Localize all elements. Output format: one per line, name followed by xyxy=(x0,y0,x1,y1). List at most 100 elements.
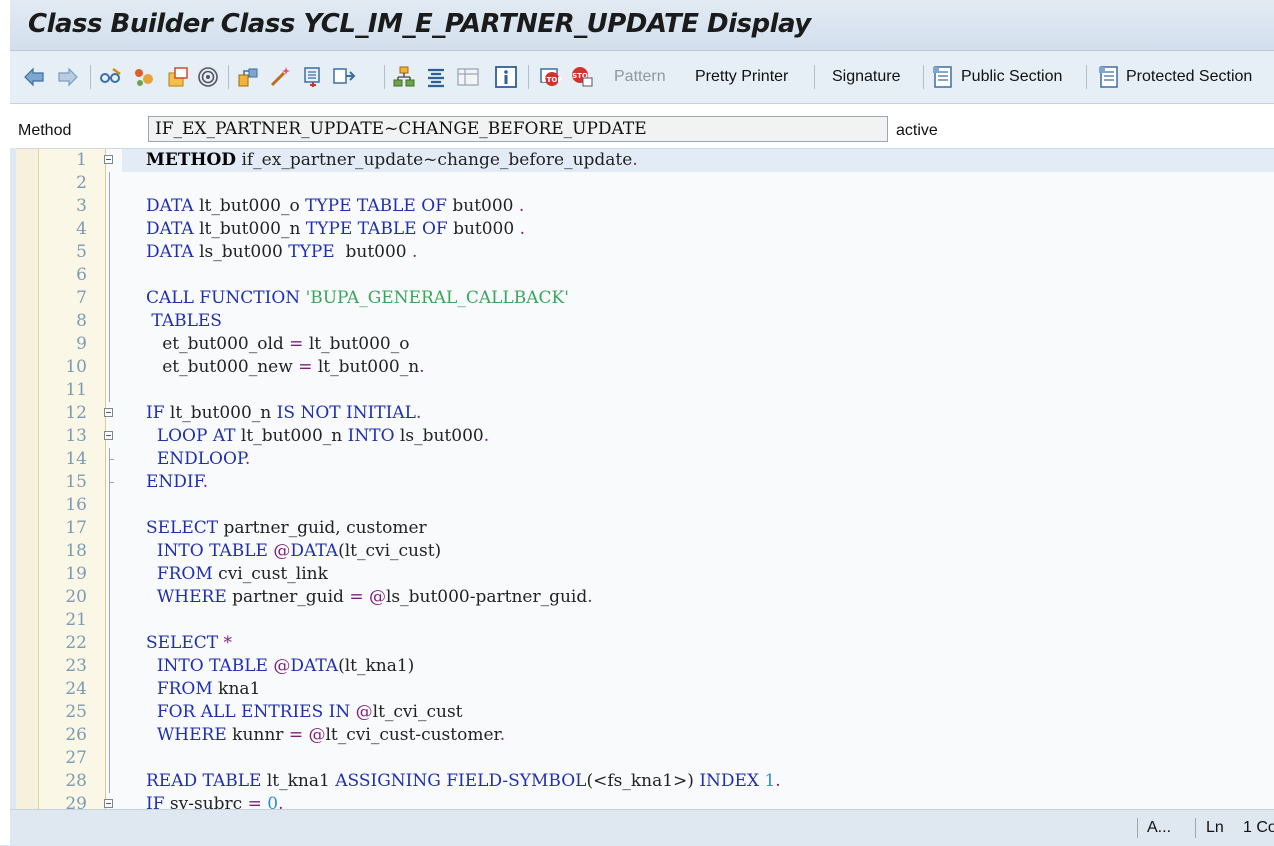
method-label: Method xyxy=(18,122,72,139)
public-section-icon[interactable] xyxy=(932,65,956,89)
collapse-block-icon[interactable] xyxy=(104,799,113,808)
code-line[interactable]: 17 SELECT partner_guid, customer xyxy=(16,517,1274,540)
fold-guide-line xyxy=(109,770,110,793)
code-line[interactable]: 3 DATA lt_but000_o TYPE TABLE OF but000 . xyxy=(16,195,1274,218)
pattern-button[interactable]: Pattern xyxy=(614,68,666,86)
code-line[interactable]: 25 FOR ALL ENTRIES IN @lt_cvi_cust xyxy=(16,701,1274,724)
code-text: WHERE partner_guid = @ls_but000-partner_… xyxy=(156,587,593,607)
fold-guide-line xyxy=(109,678,110,701)
fold-guide-line xyxy=(109,264,110,287)
fold-guide-line xyxy=(109,747,110,770)
code-text: ENDLOOP. xyxy=(156,449,251,469)
code-line[interactable]: 21 xyxy=(16,609,1274,632)
code-line[interactable]: 1 METHOD if_ex_partner_update~change_befo… xyxy=(16,149,1274,172)
code-line[interactable]: 18 INTO TABLE @DATA(lt_cvi_cust) xyxy=(16,540,1274,563)
status-separator xyxy=(1137,818,1138,838)
protected-section-button[interactable]: Protected Section xyxy=(1126,68,1252,86)
collapse-block-icon[interactable] xyxy=(104,155,113,164)
code-text: et_but000_new = lt_but000_n. xyxy=(146,357,425,377)
info-icon[interactable] xyxy=(494,65,518,89)
hierarchy-icon[interactable] xyxy=(392,65,416,89)
status-mode: A... xyxy=(1147,819,1172,836)
fold-guide-line xyxy=(109,195,110,218)
back-arrow-icon[interactable] xyxy=(22,65,46,89)
fold-guide-line xyxy=(109,287,110,310)
line-number: 15 xyxy=(65,472,87,492)
code-line[interactable]: 13 LOOP AT lt_but000_n INTO ls_but000. xyxy=(16,425,1274,448)
display-change-icon[interactable] xyxy=(132,65,156,89)
active-inactive-icon[interactable] xyxy=(166,65,190,89)
line-number: 13 xyxy=(65,426,87,446)
code-line[interactable]: 26 WHERE kunnr = @lt_cvi_cust-customer. xyxy=(16,724,1274,747)
code-line[interactable]: 29 IF sy-subrc = 0. xyxy=(16,793,1274,809)
fold-guide-line xyxy=(109,218,110,241)
line-number: 7 xyxy=(76,288,87,308)
code-line[interactable]: 8 TABLES xyxy=(16,310,1274,333)
code-line[interactable]: 9 et_but000_old = lt_but000_o xyxy=(16,333,1274,356)
signature-button[interactable]: Signature xyxy=(832,68,901,86)
other-object-icon[interactable] xyxy=(98,65,122,89)
check-icon[interactable] xyxy=(196,65,220,89)
object-list-icon[interactable] xyxy=(332,65,356,89)
code-line[interactable]: 11 xyxy=(16,379,1274,402)
collapse-block-icon[interactable] xyxy=(104,431,113,440)
code-line[interactable]: 20 WHERE partner_guid = @ls_but000-partn… xyxy=(16,586,1274,609)
external-breakpoint-icon[interactable]: STO xyxy=(570,65,594,89)
code-line[interactable]: 6 xyxy=(16,264,1274,287)
code-text: INTO TABLE @DATA(lt_cvi_cust) xyxy=(156,541,442,561)
fold-guide-line xyxy=(109,172,110,195)
code-line[interactable]: 4 DATA lt_but000_n TYPE TABLE OF but000 . xyxy=(16,218,1274,241)
line-number: 3 xyxy=(76,196,87,216)
where-used-icon[interactable] xyxy=(302,65,326,89)
code-line[interactable]: 10 et_but000_new = lt_but000_n. xyxy=(16,356,1274,379)
toolbar-separator xyxy=(384,65,385,89)
application-toolbar: STOP STO Pattern Pretty Printer Signatur… xyxy=(10,51,1274,104)
fold-guide-line xyxy=(109,609,110,632)
protected-section-icon[interactable] xyxy=(1098,65,1122,89)
code-line[interactable]: 24 FROM kna1 xyxy=(16,678,1274,701)
line-number: 25 xyxy=(65,702,87,722)
code-line[interactable]: 19 FROM cvi_cust_link xyxy=(16,563,1274,586)
code-text: LOOP AT lt_but000_n INTO ls_but000. xyxy=(156,426,490,446)
navigation-window-icon[interactable] xyxy=(424,65,448,89)
code-line[interactable]: 16 xyxy=(16,494,1274,517)
code-line[interactable]: 5 DATA ls_but000 TYPE but000 . xyxy=(16,241,1274,264)
code-text: IF lt_but000_n IS NOT INITIAL. xyxy=(146,403,422,423)
activate-icon[interactable] xyxy=(236,65,260,89)
line-number: 20 xyxy=(65,587,87,607)
code-text: TABLES xyxy=(151,311,222,331)
pretty-printer-button[interactable]: Pretty Printer xyxy=(695,68,788,86)
line-number: 21 xyxy=(65,610,87,630)
public-section-button[interactable]: Public Section xyxy=(961,68,1062,86)
toolbar-separator xyxy=(228,65,229,89)
code-line[interactable]: 27 xyxy=(16,747,1274,770)
code-line[interactable]: 14 ENDLOOP. xyxy=(16,448,1274,471)
code-line[interactable]: 28 READ TABLE lt_kna1 ASSIGNING FIELD-SYM… xyxy=(16,770,1274,793)
code-line[interactable]: 7 CALL FUNCTION 'BUPA_GENERAL_CALLBACK' xyxy=(16,287,1274,310)
fold-guide-line xyxy=(109,356,110,379)
breakpoint-icon[interactable]: STOP xyxy=(538,65,562,89)
line-number: 8 xyxy=(76,311,87,331)
test-icon[interactable] xyxy=(268,65,292,89)
code-text: DATA ls_but000 TYPE but000 . xyxy=(146,242,418,262)
code-line[interactable]: 15 ENDIF. xyxy=(16,471,1274,494)
line-number: 11 xyxy=(65,380,87,400)
display-object-list-icon[interactable] xyxy=(456,65,480,89)
collapse-block-icon[interactable] xyxy=(104,408,113,417)
line-number: 1 xyxy=(76,150,87,170)
fold-guide-line xyxy=(109,494,110,517)
forward-arrow-icon[interactable] xyxy=(56,65,80,89)
code-line[interactable]: 22 SELECT * xyxy=(16,632,1274,655)
line-number: 10 xyxy=(65,357,87,377)
code-line[interactable]: 23 INTO TABLE @DATA(lt_kna1) xyxy=(16,655,1274,678)
toolbar-separator xyxy=(814,65,815,89)
fold-guide-line xyxy=(109,632,110,655)
code-text: FROM kna1 xyxy=(156,679,261,699)
code-line[interactable]: 12 IF lt_but000_n IS NOT INITIAL. xyxy=(16,402,1274,425)
code-text: METHOD if_ex_partner_update~change_befor… xyxy=(146,150,638,170)
abap-code-editor[interactable]: 1 METHOD if_ex_partner_update~change_befo… xyxy=(16,148,1274,809)
code-text: SELECT * xyxy=(146,633,233,653)
code-line[interactable]: 2 xyxy=(16,172,1274,195)
method-name-field[interactable]: IF_EX_PARTNER_UPDATE~CHANGE_BEFORE_UPDAT… xyxy=(148,116,888,142)
fold-guide-line xyxy=(109,310,110,333)
